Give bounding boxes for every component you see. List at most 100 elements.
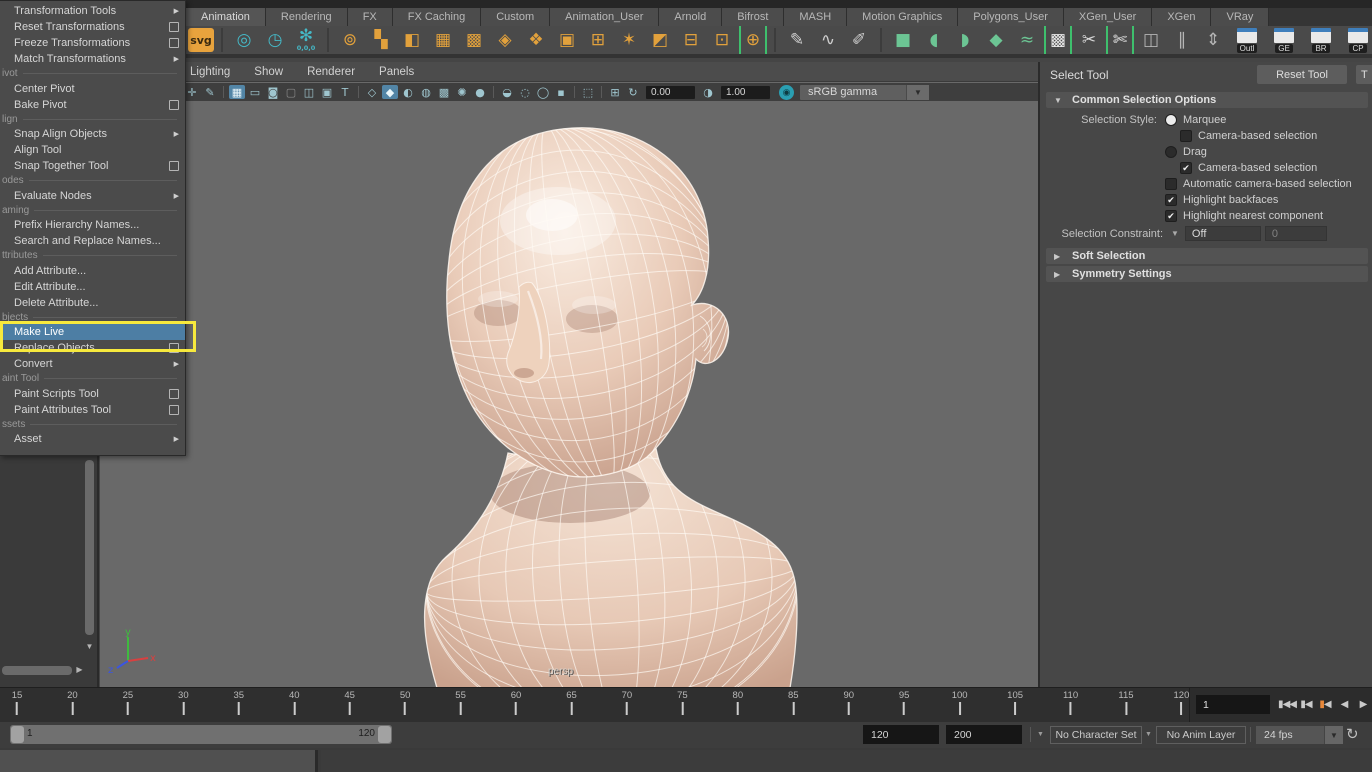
timeline-tick-95[interactable]: 95 <box>899 690 910 715</box>
section-soft-selection[interactable]: ▶Soft Selection <box>1046 248 1368 264</box>
mash-connect-icon[interactable]: ⊞ <box>584 26 612 54</box>
timeline-tick-120[interactable]: 120 <box>1174 690 1190 715</box>
shelf-tab-fx[interactable]: FX <box>348 8 393 26</box>
menu-item-asset[interactable]: Asset▶ <box>0 431 185 447</box>
shelf-tab-animation-user[interactable]: Animation_User <box>550 8 659 26</box>
timeline-tick-105[interactable]: 105 <box>1007 690 1023 715</box>
viewport-menu-renderer[interactable]: Renderer <box>307 66 355 78</box>
smooth-shade-icon[interactable]: ◆ <box>382 85 398 99</box>
reset-tool-button[interactable]: Reset Tool <box>1257 65 1347 84</box>
option-box-icon[interactable] <box>169 343 179 353</box>
mash-lattice-icon[interactable]: ⊡ <box>708 26 736 54</box>
curve-warp-icon[interactable]: ≈ <box>1013 26 1041 54</box>
menu-item-transformation-tools[interactable]: Transformation Tools▶ <box>0 3 185 19</box>
range-start-handle[interactable] <box>11 726 24 743</box>
curve-pen-icon[interactable]: ✎ <box>783 26 811 54</box>
timeline-tick-65[interactable]: 65 <box>566 690 577 715</box>
mash-add-icon[interactable]: ▚ <box>367 26 395 54</box>
timeline-tick-50[interactable]: 50 <box>400 690 411 715</box>
range-slider[interactable]: 1 120 <box>10 725 392 744</box>
wireframe-icon[interactable]: ◇ <box>364 85 380 99</box>
option-box-icon[interactable] <box>169 100 179 110</box>
shelf-tab-arnold[interactable]: Arnold <box>659 8 722 26</box>
character-set-dropdown-icon[interactable]: ▼ <box>1037 731 1044 738</box>
shelf-tab-xgen[interactable]: XGen <box>1152 8 1211 26</box>
use-default-material-icon[interactable]: ▩ <box>436 85 452 99</box>
constraint-number-field[interactable]: 0 <box>1265 226 1327 241</box>
xray-icon[interactable]: ⊞ <box>607 85 623 99</box>
option-box-icon[interactable] <box>169 38 179 48</box>
anim-layer-field[interactable]: No Anim Layer <box>1156 726 1246 744</box>
lights-icon[interactable]: ✺ <box>454 85 470 99</box>
radio-marquee[interactable] <box>1165 114 1177 126</box>
multisample-icon[interactable]: ◯ <box>535 85 551 99</box>
multi-cut-icon[interactable]: ✂ <box>1075 26 1103 54</box>
graph-editor-window-icon[interactable]: GE <box>1267 26 1301 54</box>
wave-surface-icon[interactable]: ◗ <box>951 26 979 54</box>
menu-item-paint-attributes-tool[interactable]: Paint Attributes Tool <box>0 402 185 418</box>
viewport-menu-panels[interactable]: Panels <box>379 66 414 78</box>
timeline-tick-40[interactable]: 40 <box>289 690 300 715</box>
menu-item-freeze-transformations[interactable]: Freeze Transformations <box>0 35 185 51</box>
mash-orient-icon[interactable]: ✶ <box>615 26 643 54</box>
timeline-tick-80[interactable]: 80 <box>733 690 744 715</box>
safe-action-icon[interactable]: ▣ <box>319 85 335 99</box>
three-pane-layout-icon[interactable]: ∥ <box>1168 26 1196 54</box>
cp-window-icon[interactable]: CP <box>1341 26 1372 54</box>
zero-transforms-icon[interactable]: ✻0,0,0 <box>292 26 320 54</box>
current-frame-field[interactable]: 1 <box>1196 695 1270 714</box>
pencil-curve-icon[interactable]: ✐ <box>845 26 873 54</box>
mash-stack-icon[interactable]: ⊟ <box>677 26 705 54</box>
menu-item-reset-transformations[interactable]: Reset Transformations <box>0 19 185 35</box>
grid-toggle-icon[interactable]: ▦ <box>229 85 245 99</box>
timeline-tick-15[interactable]: 15 <box>12 690 23 715</box>
head-model[interactable] <box>100 101 1038 687</box>
playback-end-field[interactable]: 120 <box>863 725 939 744</box>
checkbox-highlight-nearest-component[interactable]: ✔ <box>1165 210 1177 222</box>
scroll-down-arrow-icon[interactable]: ▼ <box>84 641 95 652</box>
isolate-select-icon[interactable]: ⬚ <box>580 85 596 99</box>
shelf-tab-motion-graphics[interactable]: Motion Graphics <box>847 8 958 26</box>
selection-constraint-field[interactable]: Off <box>1185 226 1261 241</box>
fps-dropdown[interactable]: 24 fps ▼ <box>1256 726 1343 744</box>
field-chart-icon[interactable]: ◫ <box>301 85 317 99</box>
fps-dropdown-icon[interactable]: ▼ <box>1324 726 1343 744</box>
resolution-gate-icon[interactable]: ◙ <box>265 85 281 99</box>
timeline-tick-30[interactable]: 30 <box>178 690 189 715</box>
menu-item-convert[interactable]: Convert▶ <box>0 356 185 372</box>
shelf-tab-mash[interactable]: MASH <box>784 8 847 26</box>
playback-loop-icon[interactable]: ↻ <box>1346 725 1359 743</box>
outliner-panel[interactable]: ▼ ▶ <box>0 456 99 687</box>
shadows-icon[interactable]: ● <box>472 85 488 99</box>
mash-world-icon[interactable]: ⊕ <box>739 26 767 54</box>
outliner-window-icon[interactable]: Outl <box>1230 26 1264 54</box>
batch-render-window-icon[interactable]: BR <box>1304 26 1338 54</box>
timeline-tick-90[interactable]: 90 <box>843 690 854 715</box>
constraint-dropdown-icon[interactable]: ▼ <box>1171 229 1179 238</box>
menu-item-make-live[interactable]: Make Live <box>0 324 185 340</box>
menu-item-delete-attribute[interactable]: Delete Attribute... <box>0 295 185 311</box>
timeline-tick-70[interactable]: 70 <box>622 690 633 715</box>
pane-resize-icon[interactable]: ⇕ <box>1199 26 1227 54</box>
menu-item-match-transformations[interactable]: Match Transformations▶ <box>0 51 185 67</box>
character-set-field[interactable]: No Character Set <box>1050 726 1142 744</box>
common-selection-options-section[interactable]: ▼ Common Selection Options <box>1046 92 1368 108</box>
quad-draw-icon[interactable]: ▩ <box>1044 26 1072 54</box>
film-gate-icon[interactable]: ▭ <box>247 85 263 99</box>
shelf-tab-animation[interactable]: Animation <box>186 8 266 26</box>
timeline-tick-85[interactable]: 85 <box>788 690 799 715</box>
option-box-icon[interactable] <box>169 405 179 415</box>
gate-mask-icon[interactable]: ▢ <box>283 85 299 99</box>
anim-layer-dropdown-icon[interactable]: ▼ <box>1145 731 1152 738</box>
mash-falloff-icon[interactable]: ◈ <box>491 26 519 54</box>
animation-end-field[interactable]: 200 <box>946 725 1022 744</box>
timeline-tick-110[interactable]: 110 <box>1063 690 1078 715</box>
exposure-icon[interactable]: ↻ <box>625 85 641 99</box>
viewport-menu-lighting[interactable]: Lighting <box>190 66 230 78</box>
bend-surface-icon[interactable]: ◖ <box>920 26 948 54</box>
radio-drag[interactable] <box>1165 146 1177 158</box>
outliner-vertical-scrollbar[interactable] <box>85 460 94 635</box>
command-line[interactable] <box>0 750 318 772</box>
textured-icon[interactable]: ◍ <box>418 85 434 99</box>
outliner-horizontal-scrollbar[interactable] <box>2 666 72 675</box>
